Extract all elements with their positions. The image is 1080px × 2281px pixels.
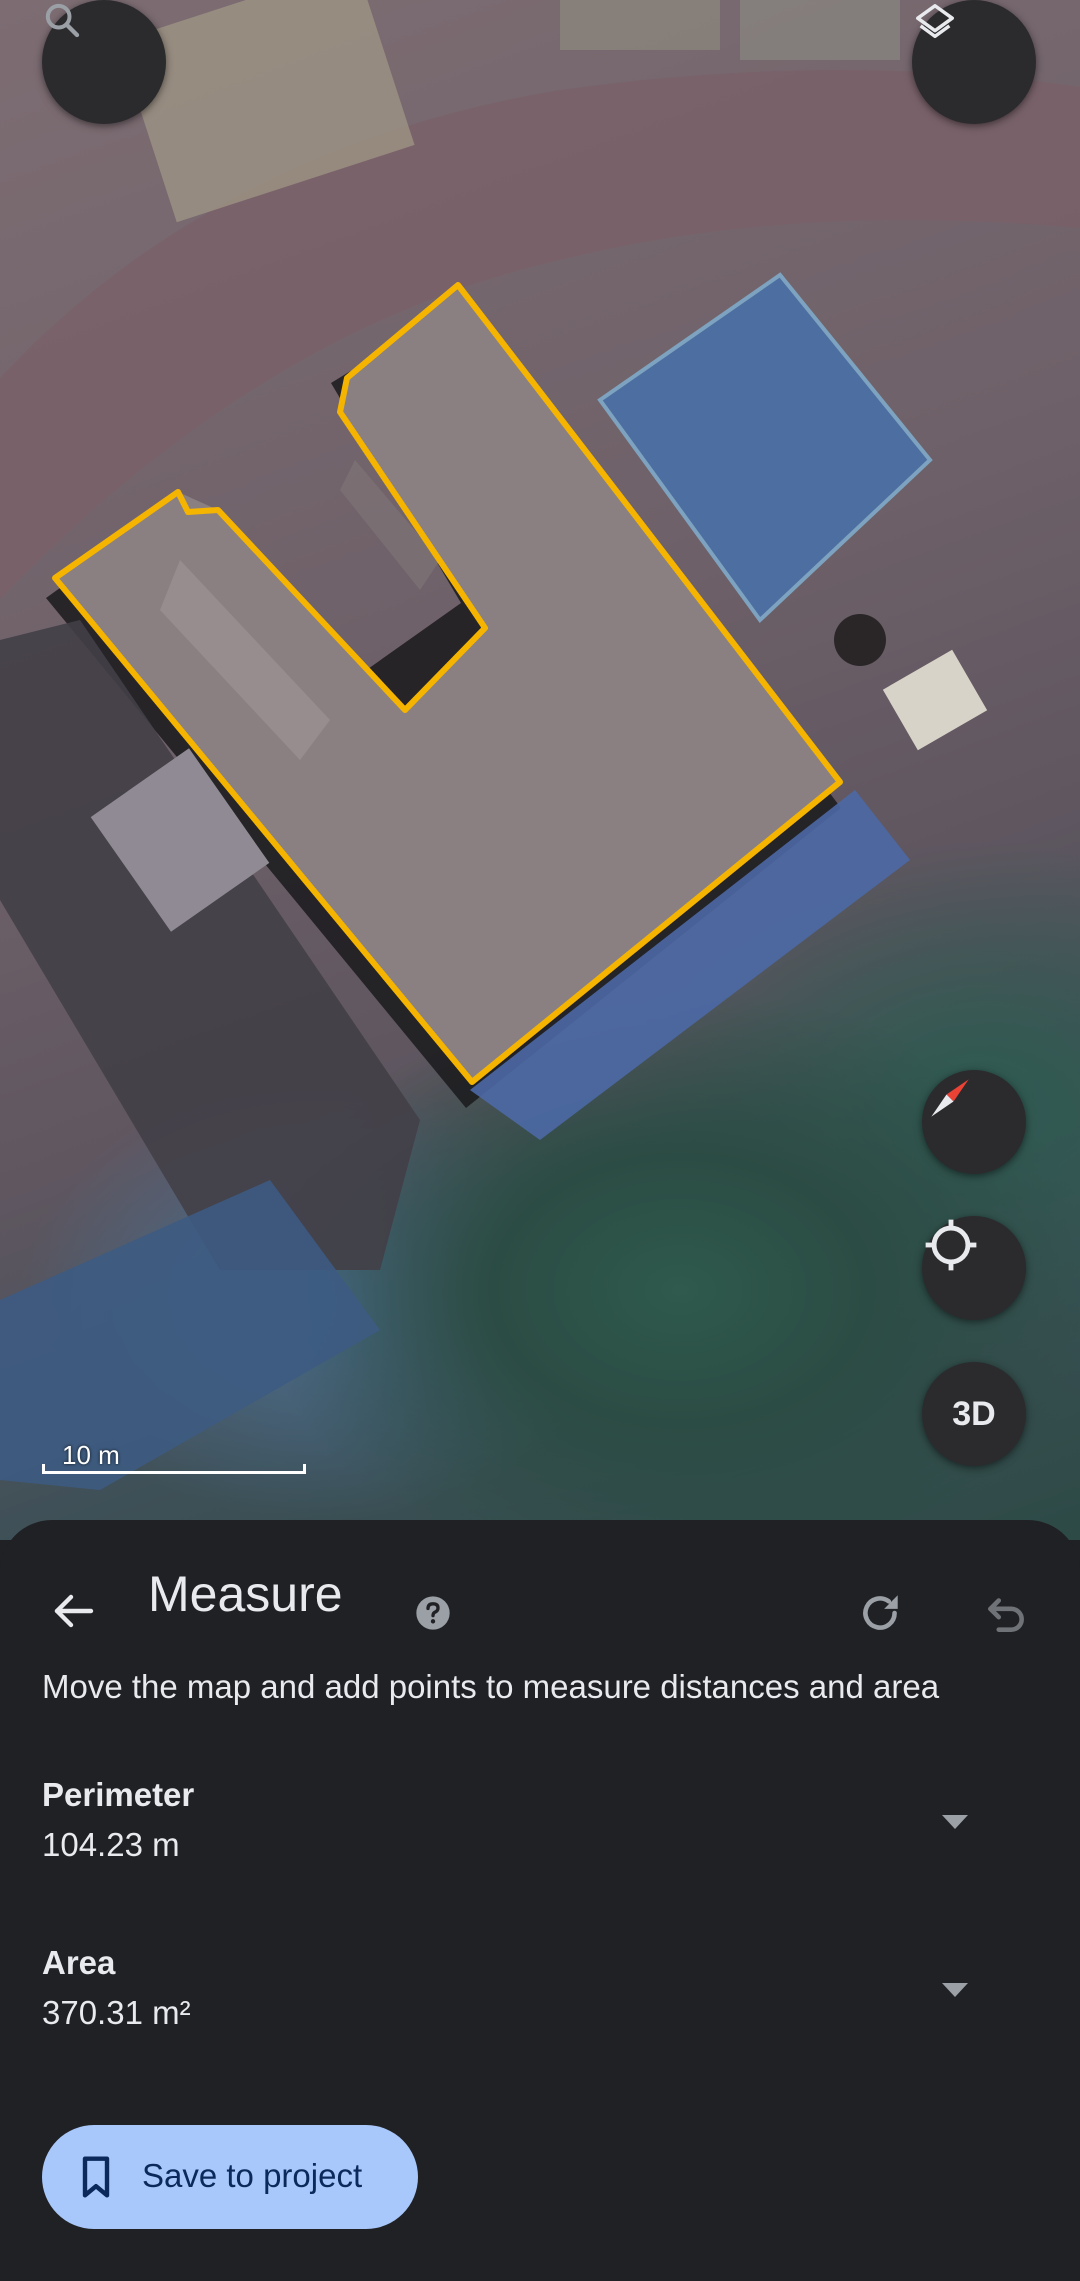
satellite-map[interactable]: 3D 10 m [0,0,1080,1540]
area-value: 370.31 m² [42,1994,191,2031]
back-button[interactable] [30,1570,116,1656]
redo-icon [855,1588,905,1643]
redo-button[interactable] [840,1575,920,1655]
save-to-project-label: Save to project [142,2157,363,2194]
my-location-button[interactable] [922,1216,1026,1320]
bookmark-icon [76,2155,116,2204]
area-label: Area [42,1944,116,1981]
map-imagery [0,0,1080,1490]
perimeter-dropdown-icon[interactable] [940,1812,970,1837]
perimeter-row[interactable]: Perimeter 104.23 m [0,1776,1080,1906]
search-button[interactable] [42,0,166,124]
area-row[interactable]: Area 370.31 m² [0,1944,1080,2074]
undo-button[interactable] [965,1575,1045,1655]
perimeter-value: 104.23 m [42,1826,180,1863]
view-3d-label: 3D [952,1394,996,1433]
view-3d-button[interactable]: 3D [922,1362,1026,1466]
measure-panel: Measure Move the map and add points to m… [0,1520,1080,2281]
area-dropdown-icon[interactable] [940,1980,970,2005]
map-scale-bar: 10 m [42,1440,310,1474]
help-button[interactable] [405,1587,461,1643]
back-arrow-icon [49,1587,97,1640]
layers-button[interactable] [912,0,1036,124]
undo-icon [980,1588,1030,1643]
perimeter-label: Perimeter [42,1776,195,1813]
panel-title: Measure [148,1566,343,1622]
help-icon [413,1593,453,1638]
measure-hint: Move the map and add points to measure d… [42,1668,940,1705]
compass-button[interactable] [922,1070,1026,1174]
save-to-project-button[interactable]: Save to project [42,2125,418,2229]
scale-line [42,1464,306,1474]
